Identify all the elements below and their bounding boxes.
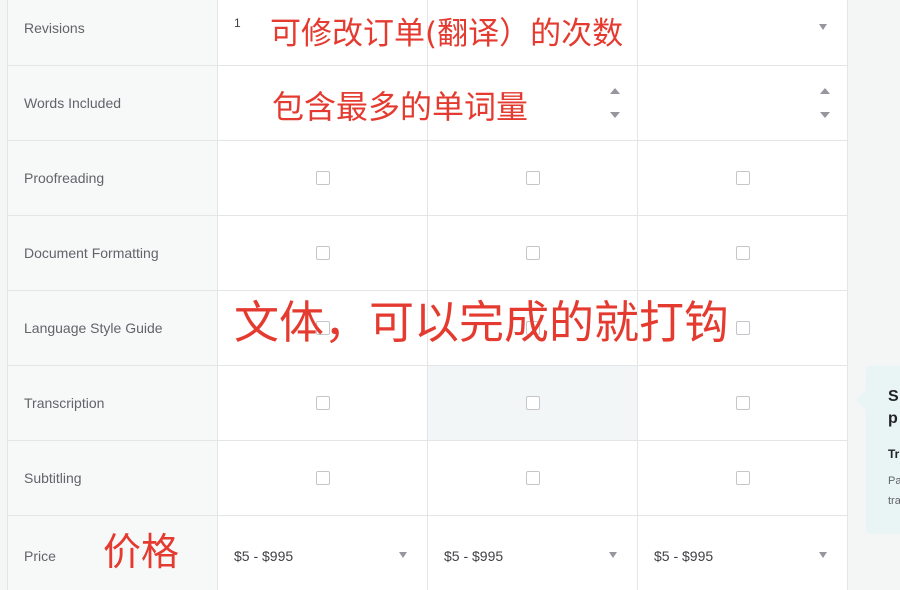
- cell-proofreading-standard: [428, 141, 638, 215]
- cell-subtitling-premium: [638, 441, 848, 515]
- stepper-up-icon[interactable]: [610, 88, 620, 94]
- row-label-subtitling: Subtitling: [8, 441, 218, 515]
- chevron-down-icon: [819, 552, 827, 558]
- checkbox-icon[interactable]: [315, 471, 330, 485]
- revisions-value: 1: [234, 16, 241, 30]
- tooltip-body-line: Pa: [888, 475, 900, 487]
- row-label-document-formatting: Document Formatting: [8, 216, 218, 290]
- tooltip-body-line: tra: [888, 495, 900, 507]
- pricing-page: Revisions 1 Words Included Proofreading …: [0, 0, 900, 590]
- cell-subtitling-standard: [428, 441, 638, 515]
- checkbox-icon[interactable]: [315, 246, 330, 260]
- annotation-features: 文体，可以完成的就打钩: [234, 296, 730, 349]
- checkbox-icon[interactable]: [525, 471, 540, 485]
- price-value: $5 - $995: [654, 548, 714, 564]
- checkbox-icon[interactable]: [525, 396, 540, 410]
- row-label-language-style-guide: Language Style Guide: [8, 291, 218, 365]
- table-row-subtitling: Subtitling: [8, 441, 848, 516]
- checkbox-icon[interactable]: [735, 171, 750, 185]
- tooltip-arrow: [856, 390, 866, 410]
- stepper-arrows-icon: [609, 83, 621, 123]
- checkbox-icon[interactable]: [735, 246, 750, 260]
- checkbox-icon[interactable]: [735, 396, 750, 410]
- cell-formatting-premium: [638, 216, 848, 290]
- stepper-arrows-icon: [819, 83, 831, 123]
- tooltip-title-line: S: [888, 388, 899, 405]
- stepper-up-icon[interactable]: [820, 88, 830, 94]
- checkbox-icon[interactable]: [735, 321, 750, 335]
- price-select-premium[interactable]: $5 - $995: [638, 516, 848, 590]
- checkbox-icon[interactable]: [525, 246, 540, 260]
- cell-transcription-basic: [218, 366, 428, 440]
- row-label-revisions: Revisions: [8, 0, 218, 65]
- chevron-down-icon: [399, 552, 407, 558]
- cell-transcription-standard: [428, 366, 638, 440]
- price-select-basic[interactable]: $5 - $995: [218, 516, 428, 590]
- tooltip-title-line: p: [888, 410, 898, 427]
- stepper-down-icon[interactable]: [610, 112, 620, 118]
- price-select-standard[interactable]: $5 - $995: [428, 516, 638, 590]
- table-row-document-formatting: Document Formatting: [8, 216, 848, 291]
- chevron-down-icon: [609, 552, 617, 558]
- price-value: $5 - $995: [234, 548, 294, 564]
- cell-proofreading-basic: [218, 141, 428, 215]
- chevron-down-icon: [819, 24, 827, 30]
- price-value: $5 - $995: [444, 548, 504, 564]
- checkbox-icon[interactable]: [315, 171, 330, 185]
- annotation-price: 价格: [103, 530, 180, 574]
- cell-formatting-standard: [428, 216, 638, 290]
- row-label-transcription: Transcription: [8, 366, 218, 440]
- annotation-words: 包含最多的单词量: [272, 88, 529, 126]
- stepper-down-icon[interactable]: [820, 112, 830, 118]
- table-row-transcription: Transcription: [8, 366, 848, 441]
- table-row-proofreading: Proofreading: [8, 141, 848, 216]
- tooltip-body: Pa tra: [888, 471, 900, 511]
- checkbox-icon[interactable]: [525, 171, 540, 185]
- cell-subtitling-basic: [218, 441, 428, 515]
- cell-formatting-basic: [218, 216, 428, 290]
- cell-proofreading-premium: [638, 141, 848, 215]
- row-label-words-included: Words Included: [8, 66, 218, 140]
- checkbox-icon[interactable]: [315, 396, 330, 410]
- revisions-select-premium[interactable]: [638, 0, 848, 65]
- words-input-premium[interactable]: [638, 66, 848, 140]
- tooltip-subtitle: Tr: [888, 447, 900, 461]
- annotation-revisions: 可修改订单(翻译）的次数: [270, 16, 624, 52]
- checkbox-icon[interactable]: [735, 471, 750, 485]
- cell-transcription-premium: [638, 366, 848, 440]
- tooltip-title: S p: [888, 386, 900, 430]
- row-label-proofreading: Proofreading: [8, 141, 218, 215]
